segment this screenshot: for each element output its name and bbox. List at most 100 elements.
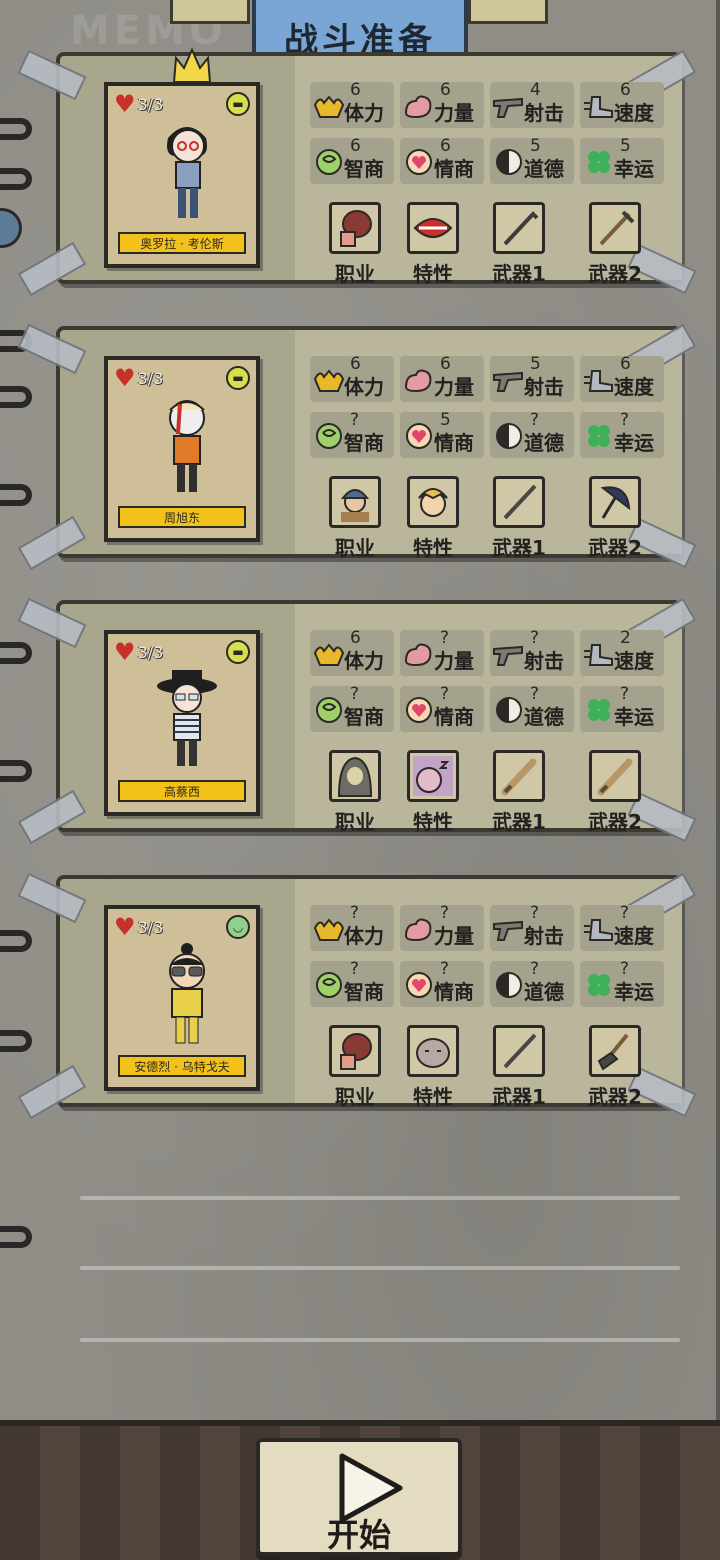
hooded-figure-icon[interactable] xyxy=(329,750,381,802)
spiral-ring xyxy=(0,760,32,782)
stat-label: 射击 xyxy=(524,649,564,673)
luck-icon xyxy=(582,969,616,1001)
boxing-glove-icon[interactable] xyxy=(329,1025,381,1077)
character-portrait[interactable]: ♥ 3/3 ◡ 安德烈 · 乌特戈夫 xyxy=(104,905,260,1091)
start-button[interactable]: 开始 xyxy=(256,1438,462,1556)
stat-label: 智商 xyxy=(344,431,384,455)
character-figure xyxy=(152,939,222,1051)
slot-job[interactable]: 职业 xyxy=(320,750,390,835)
slot-weapon1[interactable]: 武器1 xyxy=(484,476,554,561)
heart-icon: ♥ xyxy=(114,913,136,941)
page-line xyxy=(80,1196,680,1200)
strength-icon xyxy=(402,364,436,396)
stat-label: 速度 xyxy=(614,924,654,948)
stamina-icon xyxy=(312,913,346,945)
slot-weapon1[interactable]: 武器1 xyxy=(484,750,554,835)
shovel-icon[interactable] xyxy=(589,1025,641,1077)
soldier-icon[interactable] xyxy=(329,476,381,528)
stat-shooting: ? 射击 xyxy=(490,903,574,951)
blonde-face-icon[interactable] xyxy=(407,476,459,528)
stat-label: 情商 xyxy=(434,980,474,1004)
lips-icon[interactable] xyxy=(407,202,459,254)
stat-label: 情商 xyxy=(434,431,474,455)
stat-intelligence: 6 智商 xyxy=(310,136,394,184)
slot-label: 武器2 xyxy=(588,810,642,834)
tape-decoration xyxy=(17,872,87,924)
intelligence-icon xyxy=(312,146,346,178)
slot-label: 特性 xyxy=(413,1085,453,1109)
stat-label: 力量 xyxy=(434,375,474,399)
stat-label: 道德 xyxy=(524,157,564,181)
stat-stamina: ? 体力 xyxy=(310,903,394,951)
speed-icon xyxy=(582,364,616,396)
stat-eq: 6 情商 xyxy=(400,136,484,184)
fat-face-icon[interactable] xyxy=(407,1025,459,1077)
luck-icon xyxy=(582,420,616,452)
hp-value: 3/3 xyxy=(137,368,164,388)
slot-label: 职业 xyxy=(335,810,375,834)
bat-icon[interactable] xyxy=(589,750,641,802)
slot-label: 特性 xyxy=(413,536,453,560)
stat-strength: 6 力量 xyxy=(400,354,484,402)
stick-icon[interactable] xyxy=(493,476,545,528)
slot-label: 武器2 xyxy=(588,1085,642,1109)
shooting-icon xyxy=(492,913,526,945)
character-card[interactable]: ♥ 3/3 ▬ 高蔡西 6 体力? 力量? 射击 2 速度 ? 智商? 情商? 道德? 幸运 职业 特性 武器1 武… xyxy=(17,597,697,845)
smile-face-icon: ◡ xyxy=(226,915,250,939)
crowbar-icon[interactable] xyxy=(493,202,545,254)
character-portrait[interactable]: ♥ 3/3 ▬ 奥罗拉 · 考伦斯 xyxy=(104,82,260,268)
stick-icon[interactable] xyxy=(493,1025,545,1077)
slot-weapon1[interactable]: 武器1 xyxy=(484,202,554,287)
character-name: 奥罗拉 · 考伦斯 xyxy=(118,232,246,254)
slot-trait[interactable]: 特性 xyxy=(398,1025,468,1110)
umbrella-icon[interactable] xyxy=(589,476,641,528)
stat-intelligence: ? 智商 xyxy=(310,684,394,732)
stat-luck: ? 幸运 xyxy=(580,684,664,732)
stat-label: 力量 xyxy=(434,924,474,948)
stat-label: 幸运 xyxy=(614,431,654,455)
slot-label: 武器1 xyxy=(492,536,546,560)
eq-icon xyxy=(402,969,436,1001)
character-name: 安德烈 · 乌特戈夫 xyxy=(118,1055,246,1077)
slot-trait[interactable]: 特性 xyxy=(398,750,468,835)
stamina-icon xyxy=(312,364,346,396)
character-portrait[interactable]: ♥ 3/3 ▬ 周旭东 xyxy=(104,356,260,542)
spiral-ring xyxy=(0,168,32,190)
stat-strength: 6 力量 xyxy=(400,80,484,128)
intelligence-icon xyxy=(312,969,346,1001)
page-line xyxy=(80,1338,680,1342)
stamina-icon xyxy=(312,90,346,122)
slot-trait[interactable]: 特性 xyxy=(398,476,468,561)
slot-weapon2[interactable]: 武器2 xyxy=(580,1025,650,1110)
stat-shooting: 4 射击 xyxy=(490,80,574,128)
character-card[interactable]: ♥ 3/3 ▬ 周旭东 6 体力 6 力量 5 射击 6 速度 ? 智商 5 情商? 道德? 幸运 职业 特性 武器1 武… xyxy=(17,323,697,571)
stat-label: 情商 xyxy=(434,705,474,729)
character-card[interactable]: ♥ 3/3 ◡ 安德烈 · 乌特戈夫 ? 体力? 力量? 射击? 速度 ? 智商? 情商? 道德? 幸运职… xyxy=(17,872,697,1120)
character-portrait[interactable]: ♥ 3/3 ▬ 高蔡西 xyxy=(104,630,260,816)
slot-trait[interactable]: 特性 xyxy=(398,202,468,287)
character-card[interactable]: ♥ 3/3 ▬ 奥罗拉 · 考伦斯 6 体力 6 力量 4 射击 6 速度 6 智商 6 情商 5 道德 5 幸运 职业… xyxy=(17,47,697,297)
slot-job[interactable]: 职业 xyxy=(320,476,390,561)
slot-job[interactable]: 职业 xyxy=(320,1025,390,1110)
stat-label: 速度 xyxy=(614,649,654,673)
slot-job[interactable]: 职业 xyxy=(320,202,390,287)
stat-label: 道德 xyxy=(524,705,564,729)
hp-indicator: ♥ 3/3 xyxy=(114,640,163,664)
stat-speed: 6 速度 xyxy=(580,354,664,402)
intelligence-icon xyxy=(312,420,346,452)
slot-weapon1[interactable]: 武器1 xyxy=(484,1025,554,1110)
luck-icon xyxy=(582,146,616,178)
boxing-glove-icon[interactable] xyxy=(329,202,381,254)
shooting-icon xyxy=(492,638,526,670)
slot-weapon2[interactable]: 武器2 xyxy=(580,750,650,835)
slot-label: 武器1 xyxy=(492,1085,546,1109)
sleeping-face-icon[interactable] xyxy=(407,750,459,802)
slot-weapon2[interactable]: 武器2 xyxy=(580,476,650,561)
hp-indicator: ♥ 3/3 xyxy=(114,915,163,939)
crutch-icon[interactable] xyxy=(589,202,641,254)
bat-icon[interactable] xyxy=(493,750,545,802)
luck-icon xyxy=(582,694,616,726)
stat-strength: ? 力量 xyxy=(400,903,484,951)
stat-label: 道德 xyxy=(524,431,564,455)
slot-weapon2[interactable]: 武器2 xyxy=(580,202,650,287)
